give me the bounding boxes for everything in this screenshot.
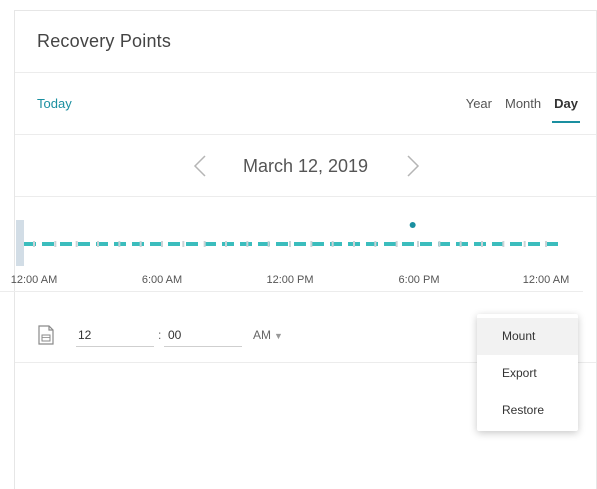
timeline-hour-tick: [502, 241, 505, 247]
minute-input[interactable]: [164, 323, 242, 347]
date-navigator: March 12, 2019: [15, 135, 596, 197]
timeline-hour-tick: [203, 241, 206, 247]
timeline-hour-tick: [395, 241, 398, 247]
timeline-dash: [276, 242, 288, 246]
timeline-hour-tick: [310, 241, 313, 247]
range-bar: Today Year Month Day: [15, 73, 596, 135]
tab-day[interactable]: Day: [552, 96, 580, 123]
timeline-hour-tick: [139, 241, 142, 247]
timeline-dash: [168, 242, 180, 246]
menu-item-export[interactable]: Export: [477, 355, 578, 392]
tick-label-1: 6:00 AM: [141, 274, 183, 286]
timeline-hour-tick: [161, 241, 163, 247]
timeline-dash: [492, 242, 504, 246]
timeline-dash: [78, 242, 90, 246]
range-tabs: Year Month Day: [466, 96, 580, 123]
timeline-hour-tick: [97, 241, 99, 247]
timeline-dash: [42, 242, 54, 246]
tick-label-2: 12:00 PM: [266, 274, 314, 286]
timeline-dash: [150, 242, 162, 246]
timeline-hour-tick: [267, 241, 270, 247]
timeline-dash: [312, 242, 324, 246]
timeline-hour-tick: [374, 241, 377, 247]
timeline-hour-tick: [438, 241, 441, 247]
tick-label-4: 12:00 AM: [522, 274, 570, 286]
timeline-hour-tick: [353, 241, 355, 247]
timeline-dash: [474, 242, 486, 246]
tick-label-3: 6:00 PM: [398, 274, 440, 286]
timeline-dash: [294, 242, 306, 246]
tab-year[interactable]: Year: [466, 96, 492, 117]
timeline-hour-tick: [33, 241, 35, 247]
timeline-dash: [510, 242, 522, 246]
ampm-select[interactable]: AM ▼: [253, 328, 283, 342]
file-calendar-icon: [37, 325, 55, 345]
timeline-hour-tick: [417, 241, 419, 247]
caret-down-icon: ▼: [274, 331, 283, 341]
ampm-value: AM: [253, 328, 271, 342]
timeline-hour-tick: [54, 241, 57, 247]
timeline-hour-tick: [481, 241, 483, 247]
timeline-hour-tick: [545, 241, 547, 247]
timeline-dash: [204, 242, 216, 246]
timeline-dash: [132, 242, 144, 246]
today-link[interactable]: Today: [37, 96, 72, 111]
timeline-dash: [60, 242, 72, 246]
timeline-hour-tick: [182, 241, 185, 247]
recovery-point-marker[interactable]: [409, 222, 416, 228]
timeline-hour-tick: [246, 241, 249, 247]
menu-item-mount[interactable]: Mount: [477, 318, 578, 355]
timeline-dash: [384, 242, 396, 246]
timeline-dash: [222, 242, 234, 246]
timeline-hour-tick: [225, 241, 227, 247]
timeline-dash: [186, 242, 198, 246]
timeline-dash: [456, 242, 468, 246]
chevron-right-icon[interactable]: [400, 153, 424, 179]
tab-month[interactable]: Month: [505, 96, 541, 117]
panel-header: Recovery Points: [15, 11, 596, 73]
timeline-hour-tick: [331, 241, 334, 247]
timeline-dash: [402, 242, 414, 246]
timeline-range-handle[interactable]: [16, 220, 24, 266]
hour-input[interactable]: [76, 323, 154, 347]
timeline-hour-tick: [289, 241, 291, 247]
current-date: March 12, 2019: [242, 156, 369, 176]
timeline-hour-tick: [459, 241, 462, 247]
timeline-hour-tick: [75, 241, 78, 247]
context-menu: Mount Export Restore: [477, 314, 578, 431]
timeline-dash: [240, 242, 252, 246]
tick-label-0: 12:00 AM: [10, 274, 58, 286]
timeline-hour-tick: [118, 241, 121, 247]
time-separator: :: [158, 328, 162, 342]
menu-item-restore[interactable]: Restore: [477, 392, 578, 429]
timeline-dash: [420, 242, 432, 246]
timeline-hour-tick: [523, 241, 526, 247]
recovery-timeline[interactable]: 12:00 AM 6:00 AM 12:00 PM 6:00 PM 12:00 …: [0, 196, 583, 292]
timeline-dash: [528, 242, 540, 246]
page-title: Recovery Points: [37, 31, 172, 51]
timeline-dash: [546, 242, 558, 246]
